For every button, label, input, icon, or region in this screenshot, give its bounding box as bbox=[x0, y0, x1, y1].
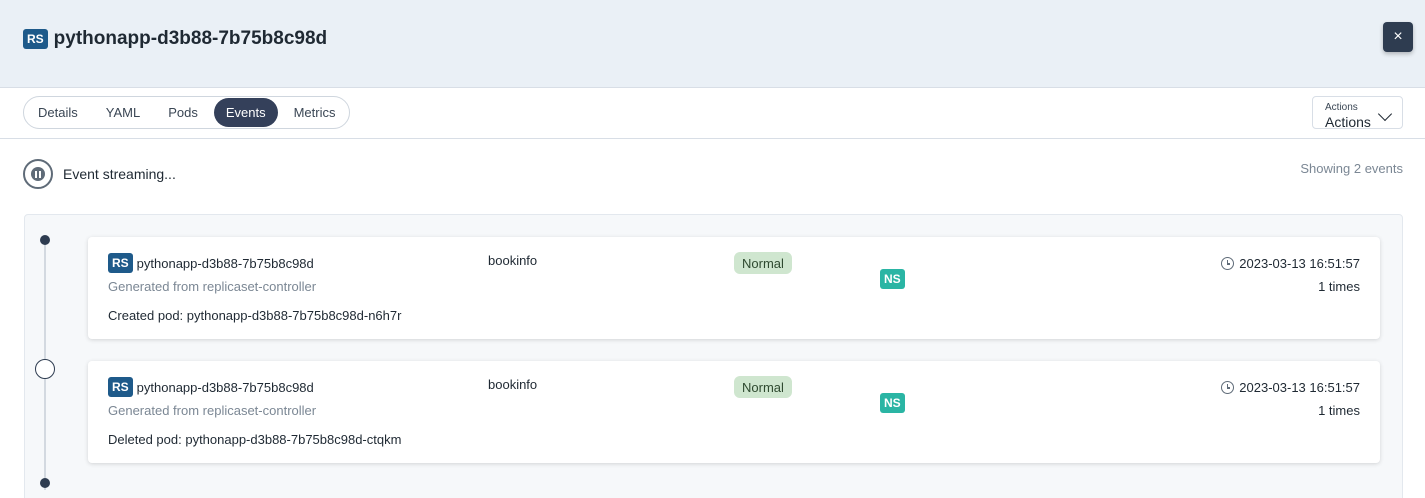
event-timestamp: 2023-03-13 16:51:57 bbox=[1221, 256, 1360, 271]
tab-events[interactable]: Events bbox=[213, 98, 278, 127]
replicaset-kind-badge: RS bbox=[108, 253, 133, 273]
timeline-start-dot bbox=[40, 235, 50, 245]
event-source: Generated from replicaset-controller bbox=[108, 403, 317, 418]
event-count: 1 times bbox=[1318, 403, 1360, 418]
title-row: RS pythonapp-d3b88-7b75b8c98d bbox=[23, 28, 327, 50]
event-timestamp: 2023-03-13 16:51:57 bbox=[1221, 380, 1360, 395]
timeline-marker bbox=[35, 359, 55, 379]
actions-dropdown-value: Actions bbox=[1325, 114, 1371, 130]
tab-group: Details YAML Pods Events Metrics bbox=[23, 96, 351, 129]
tab-metrics[interactable]: Metrics bbox=[282, 98, 348, 127]
pause-icon bbox=[31, 167, 45, 181]
event-namespace: NS bookinfo bbox=[484, 377, 905, 413]
event-object: RS pythonapp-d3b88-7b75b8c98d bbox=[108, 377, 314, 397]
chevron-down-icon bbox=[1377, 106, 1393, 122]
event-namespace: NS bookinfo bbox=[484, 253, 905, 289]
page-title: pythonapp-d3b88-7b75b8c98d bbox=[53, 28, 328, 49]
event-message: Created pod: pythonapp-d3b88-7b75b8c98d-… bbox=[108, 308, 402, 323]
actions-dropdown-label: Actions bbox=[1325, 102, 1358, 113]
event-message: Deleted pod: pythonapp-d3b88-7b75b8c98d-… bbox=[108, 432, 402, 447]
tab-bar: Details YAML Pods Events Metrics Actions… bbox=[0, 88, 1425, 139]
namespace-badge: NS bbox=[880, 393, 905, 413]
event-timestamp-text: 2023-03-13 16:51:57 bbox=[1239, 380, 1360, 395]
stream-status-text: Event streaming... bbox=[63, 166, 176, 182]
event-object-name[interactable]: pythonapp-d3b88-7b75b8c98d bbox=[137, 256, 314, 271]
clock-icon bbox=[1221, 257, 1235, 270]
event-object-name[interactable]: pythonapp-d3b88-7b75b8c98d bbox=[137, 380, 314, 395]
actions-dropdown[interactable]: Actions Actions bbox=[1312, 96, 1403, 130]
event-card: RS pythonapp-d3b88-7b75b8c98d NS bookinf… bbox=[88, 361, 1380, 463]
event-timestamp-text: 2023-03-13 16:51:57 bbox=[1239, 256, 1360, 271]
event-stream-status: Event streaming... bbox=[23, 159, 176, 189]
close-icon: × bbox=[1393, 28, 1403, 45]
event-count: 1 times bbox=[1318, 279, 1360, 294]
close-button[interactable]: × bbox=[1383, 22, 1413, 52]
tab-yaml[interactable]: YAML bbox=[94, 98, 152, 127]
pause-stream-button[interactable] bbox=[23, 159, 53, 189]
tab-details[interactable]: Details bbox=[26, 98, 90, 127]
event-type-badge: Normal bbox=[734, 252, 792, 274]
event-object: RS pythonapp-d3b88-7b75b8c98d bbox=[108, 253, 314, 273]
event-namespace-name[interactable]: bookinfo bbox=[488, 253, 537, 268]
tab-pods[interactable]: Pods bbox=[156, 98, 210, 127]
replicaset-kind-badge: RS bbox=[108, 377, 133, 397]
event-type-badge: Normal bbox=[734, 376, 792, 398]
namespace-badge: NS bbox=[880, 269, 905, 289]
event-namespace-name[interactable]: bookinfo bbox=[488, 377, 537, 392]
clock-icon bbox=[1221, 381, 1235, 394]
timeline-end-dot bbox=[40, 478, 50, 488]
event-card: RS pythonapp-d3b88-7b75b8c98d NS bookinf… bbox=[88, 237, 1380, 339]
event-source: Generated from replicaset-controller bbox=[108, 279, 317, 294]
event-count-text: Showing 2 events bbox=[1300, 161, 1403, 176]
replicaset-kind-badge: RS bbox=[23, 29, 48, 49]
detail-header: RS pythonapp-d3b88-7b75b8c98d × bbox=[0, 0, 1425, 88]
